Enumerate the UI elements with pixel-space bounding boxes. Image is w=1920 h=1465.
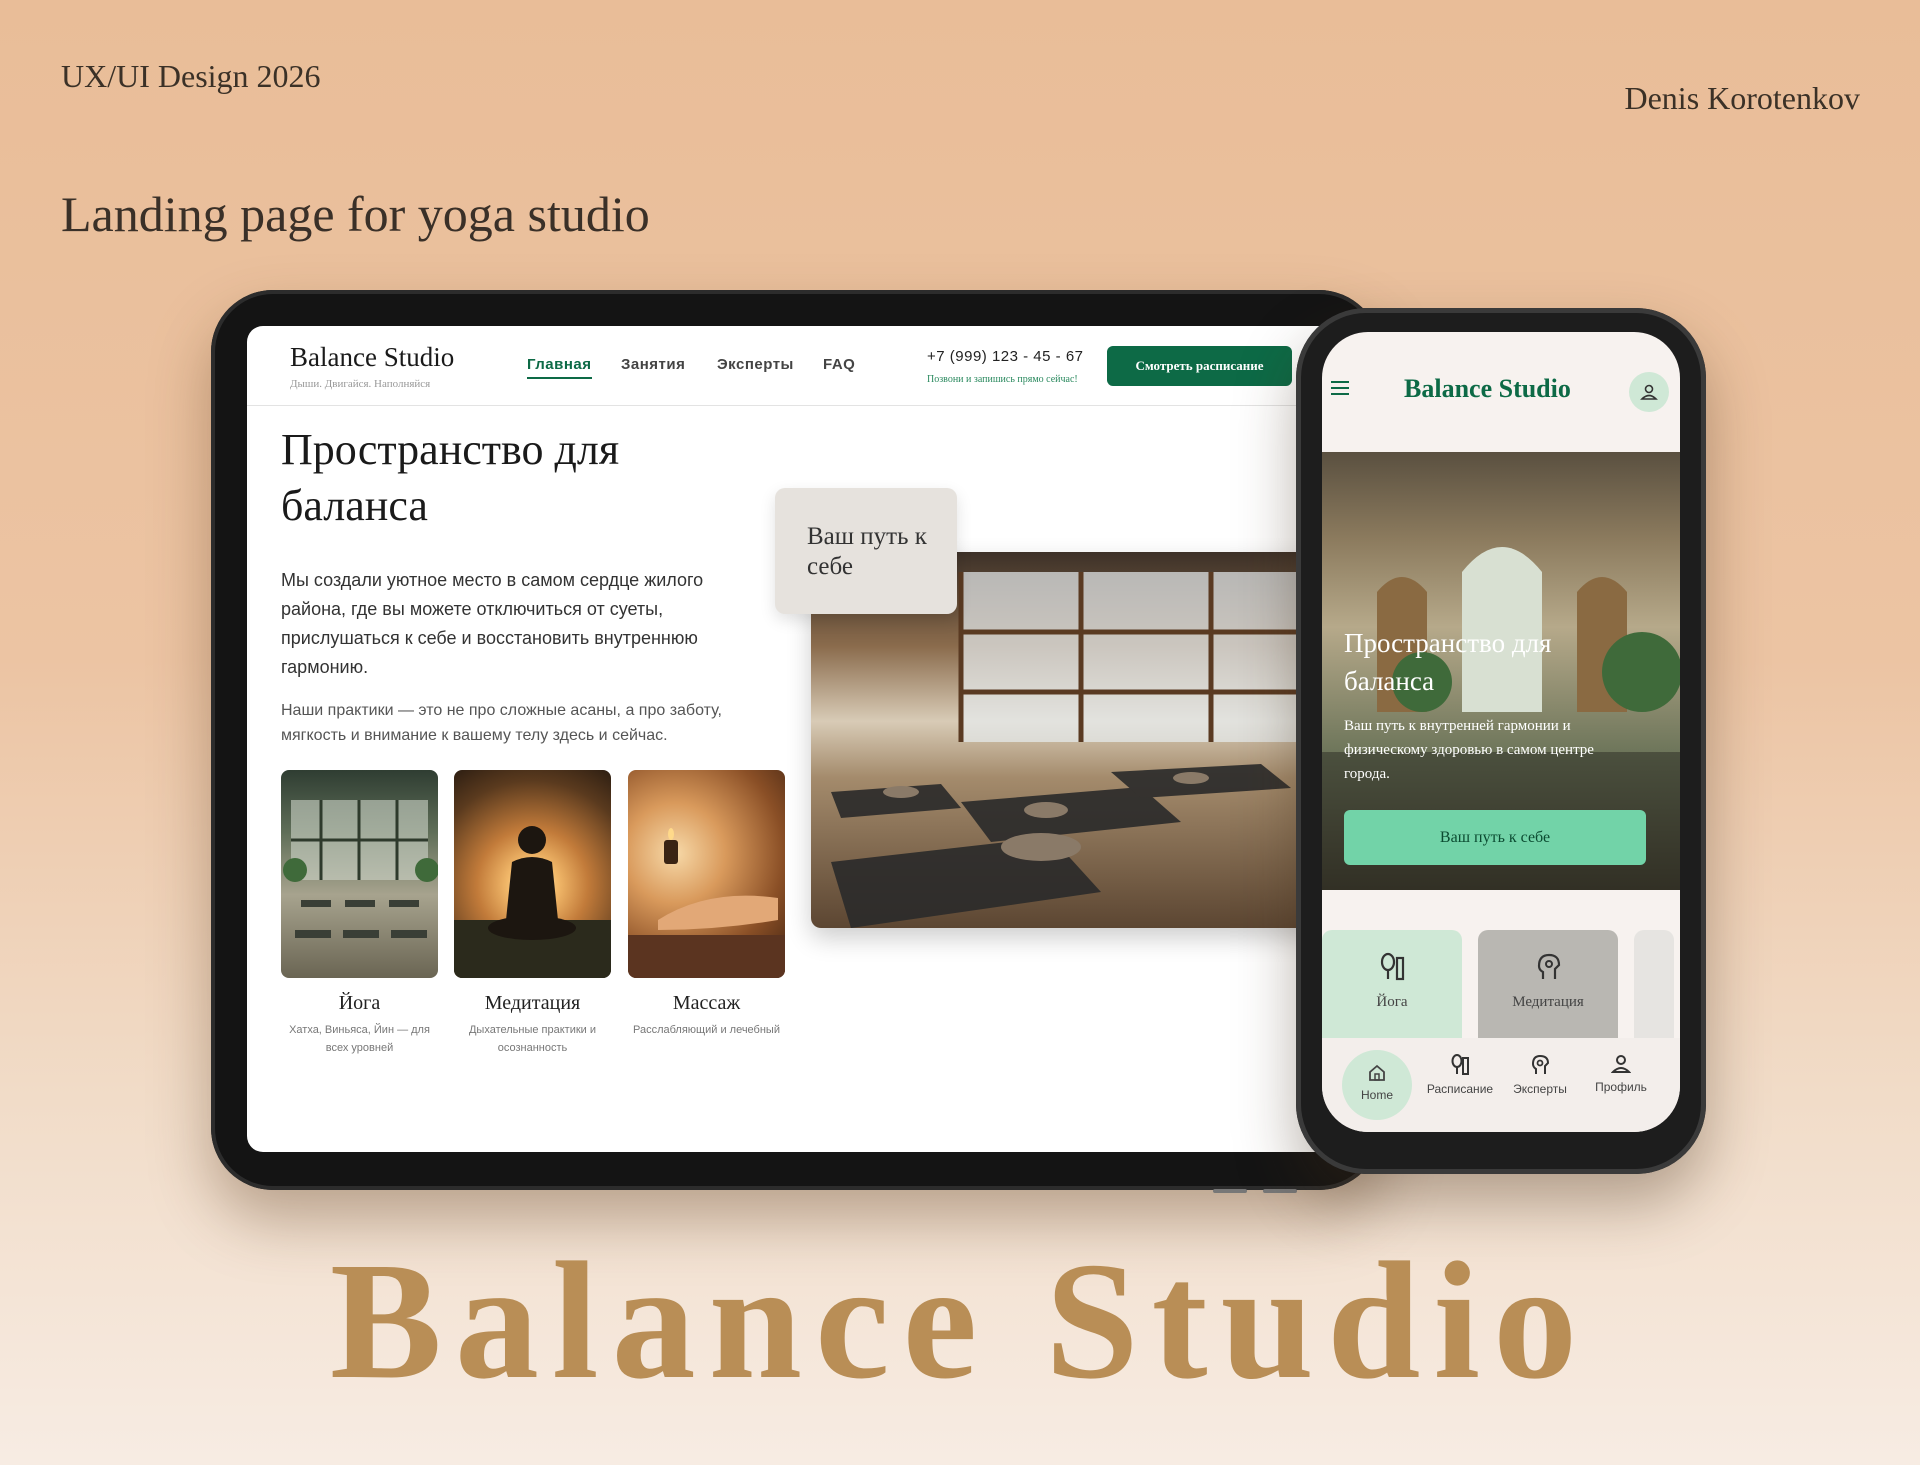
home-icon: [1369, 1064, 1385, 1081]
contact-phone-note: Позвони и запишись прямо сейчас!: [927, 374, 1078, 385]
tablet-screen: Balance Studio Дыши. Двигайся. Наполняйс…: [247, 326, 1351, 1152]
yoga-icon: [1380, 952, 1405, 981]
hero-badge: Ваш путь к себе: [775, 488, 957, 614]
app-logo: Balance Studio: [1404, 374, 1571, 403]
service-card-meditation[interactable]: Медитация Дыхательные практики и осознан…: [454, 770, 611, 1057]
category-tile-label: Медитация: [1512, 994, 1584, 1010]
site-logo[interactable]: Balance Studio: [290, 342, 454, 373]
hero-paragraph-secondary: Наши практики — это не про сложные асаны…: [281, 702, 722, 744]
mobile-hero-text: Ваш путь к внутренней гармонии и физичес…: [1344, 718, 1594, 782]
tablet-frame: Balance Studio Дыши. Двигайся. Наполняйс…: [211, 290, 1381, 1193]
nav-faq[interactable]: FAQ: [823, 356, 855, 373]
tab-profile[interactable]: Профиль: [1586, 1054, 1656, 1094]
menu-icon[interactable]: [1330, 380, 1350, 396]
yoga-icon: [1451, 1054, 1469, 1075]
phone-frame: Balance Studio Пространство для баланса …: [1296, 308, 1706, 1174]
service-card-subtitle: Дыхательные практики и осознанность: [468, 1024, 597, 1054]
category-tile-label: Йога: [1376, 994, 1408, 1010]
meditation-image: [454, 770, 611, 978]
hero-title: Пространство для баланса: [281, 425, 620, 530]
service-card-title: Йога: [338, 992, 381, 1014]
author-name: Denis Korotenkov: [1624, 80, 1860, 116]
nav-classes[interactable]: Занятия: [621, 356, 685, 373]
category-tile-partial[interactable]: [1634, 930, 1674, 1040]
bottom-tab-bar: Home Расписание Эксперты Профиль: [1322, 1038, 1680, 1132]
tab-label: Расписание: [1426, 1082, 1494, 1096]
tab-label: Home: [1360, 1088, 1393, 1102]
profile-avatar-button[interactable]: [1629, 372, 1669, 412]
category-tile-meditation[interactable]: Медитация: [1478, 930, 1618, 1040]
hero-paragraph: Мы создали уютное место в самом сердце ж…: [281, 570, 704, 677]
mobile-hero-title: Пространство для баланса: [1344, 628, 1552, 696]
tab-label: Профиль: [1595, 1080, 1647, 1094]
tablet-button: [1263, 1189, 1297, 1193]
tab-label: Эксперты: [1513, 1082, 1567, 1096]
yoga-studio-image: [281, 770, 438, 978]
brand-wordmark: Balance Studio: [329, 1228, 1591, 1414]
mobile-cta-button[interactable]: Ваш путь к себе: [1344, 810, 1646, 865]
phone-screen: Balance Studio Пространство для баланса …: [1322, 332, 1680, 1132]
nav-experts[interactable]: Эксперты: [717, 356, 794, 373]
massage-image: [628, 770, 785, 978]
view-schedule-button[interactable]: Смотреть расписание: [1107, 346, 1292, 386]
tablet-button: [1213, 1189, 1247, 1193]
category-tile-yoga[interactable]: Йога: [1322, 930, 1462, 1040]
site-tagline: Дыши. Двигайся. Наполняйся: [290, 378, 431, 390]
mind-icon: [1532, 1054, 1550, 1074]
tab-experts[interactable]: Эксперты: [1505, 1054, 1575, 1096]
nav-home[interactable]: Главная: [527, 356, 592, 379]
user-icon: [1640, 384, 1658, 400]
user-icon: [1611, 1055, 1631, 1073]
service-card-subtitle: Хатха, Виньяса, Йин — для всех уровней: [289, 1024, 430, 1054]
tab-schedule[interactable]: Расписание: [1420, 1054, 1500, 1096]
service-card-subtitle: Расслабляющий и лечебный: [633, 1024, 780, 1036]
mind-icon: [1537, 953, 1561, 979]
tab-home[interactable]: Home: [1342, 1050, 1412, 1120]
service-card-massage[interactable]: Массаж Расслабляющий и лечебный: [628, 770, 785, 1039]
service-card-title: Массаж: [672, 992, 741, 1014]
service-card-title: Медитация: [484, 992, 581, 1014]
contact-phone[interactable]: +7 (999) 123 - 45 - 67: [927, 348, 1084, 365]
presentation-title: Landing page for yoga studio: [61, 186, 650, 242]
design-year-label: UX/UI Design 2026: [61, 58, 321, 94]
service-card-yoga[interactable]: Йога Хатха, Виньяса, Йин — для всех уров…: [281, 770, 438, 1057]
site-header: Balance Studio Дыши. Двигайся. Наполняйс…: [247, 326, 1351, 406]
